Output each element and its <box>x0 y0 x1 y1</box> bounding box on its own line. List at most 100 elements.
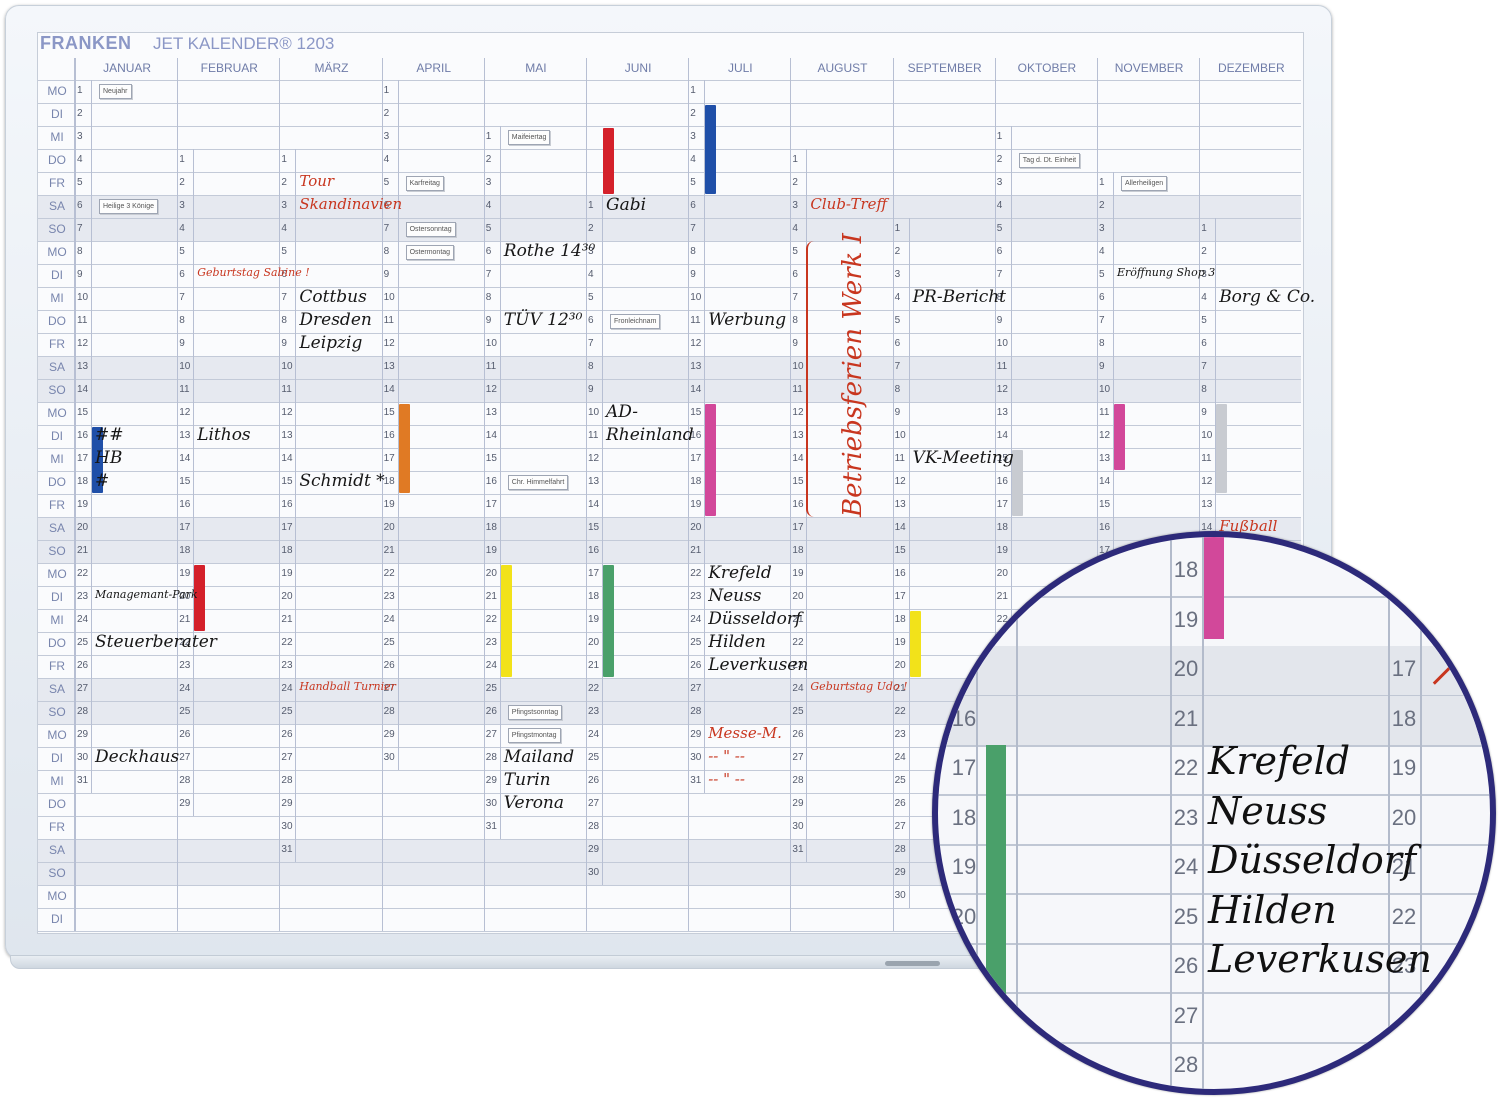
month-header-februar: FEBRUAR <box>177 58 280 78</box>
day-number: 26 <box>281 729 293 740</box>
day-number: 25 <box>894 775 906 786</box>
day-number: 4 <box>383 154 390 165</box>
day-number: 3 <box>792 200 798 211</box>
weekday-label: DI <box>51 751 63 765</box>
day-number: 12 <box>792 407 804 418</box>
day-number: 18 <box>894 614 906 625</box>
zoom-handwritten-note: Düsseldorf <box>1208 838 1417 882</box>
zoom-day-number: 17 <box>951 755 977 780</box>
day-number: 16 <box>894 568 906 579</box>
day-number: 8 <box>281 315 287 326</box>
day-number: 13 <box>1099 453 1111 464</box>
day-number: 26 <box>383 660 395 671</box>
handwritten-note: Messe-M. <box>708 724 782 742</box>
day-number: 10 <box>894 430 906 441</box>
day-number: 17 <box>894 591 906 602</box>
day-number: 25 <box>588 752 600 763</box>
day-number: 11 <box>281 384 292 395</box>
zoom-day-number: 18 <box>951 804 977 830</box>
day-number: 4 <box>485 200 492 211</box>
month-header-september: SEPTEMBER <box>892 58 996 78</box>
day-number: 17 <box>281 522 293 533</box>
zoom-day-number: 24 <box>1173 854 1199 879</box>
day-number: 21 <box>690 545 702 556</box>
day-number: 1 <box>383 85 390 96</box>
day-number: 8 <box>1201 384 1207 395</box>
day-number: 11 <box>690 315 701 326</box>
day-number: 20 <box>588 637 600 648</box>
day-number: 20 <box>485 568 497 579</box>
day-number: 12 <box>894 476 906 487</box>
day-number: 4 <box>179 223 185 234</box>
month-col-line <box>279 58 281 931</box>
holiday-label: Pfingstmontag <box>507 728 561 743</box>
month-col-line <box>892 58 894 931</box>
zoom-day-number: 19 <box>1173 606 1199 632</box>
day-number: 30 <box>77 752 89 763</box>
day-number: 22 <box>281 637 293 648</box>
day-number: 30 <box>690 752 702 763</box>
day-number: 6 <box>690 200 696 211</box>
weekday-label: MO <box>47 889 67 903</box>
month-header-juni: JUNI <box>586 58 689 78</box>
handwritten-note: Skandinavien <box>299 195 403 213</box>
day-number: 14 <box>485 430 497 441</box>
day-number: 15 <box>77 407 89 418</box>
zoom-col-line <box>1420 537 1422 1089</box>
day-number: 6 <box>588 315 594 326</box>
day-number: 6 <box>1099 292 1105 303</box>
zoom-day-number: 18 <box>1391 705 1417 731</box>
zoom-day-number: 16 <box>951 705 977 731</box>
day-number: 10 <box>588 407 600 418</box>
month-header-oktober: OKTOBER <box>994 58 1098 78</box>
day-number: 25 <box>792 706 804 717</box>
day-number: 5 <box>383 177 390 188</box>
row-line <box>38 80 1301 81</box>
day-number: 23 <box>179 660 191 671</box>
month-col-line <box>586 58 587 931</box>
weekday-label: MI <box>50 774 64 788</box>
zoom-day-number: 20 <box>1391 804 1417 830</box>
day-number: 17 <box>690 453 702 464</box>
day-number: 17 <box>77 453 89 464</box>
zoom-magnet-pink <box>1204 537 1224 639</box>
weekday-label: SO <box>48 383 66 397</box>
day-number: 13 <box>1201 499 1213 510</box>
day-number: 31 <box>792 844 804 855</box>
day-number: 2 <box>894 246 901 257</box>
day-number: 14 <box>179 453 191 464</box>
day-number: 29 <box>894 867 906 878</box>
handwritten-note: Neuss <box>708 586 762 606</box>
day-number: 7 <box>485 269 492 280</box>
day-number: 1 <box>77 85 83 96</box>
weekday-label: MO <box>47 245 67 259</box>
day-number: 29 <box>77 729 89 740</box>
day-number: 13 <box>179 430 191 441</box>
day-number: 21 <box>179 614 191 625</box>
day-number: 20 <box>281 591 293 602</box>
note-brace <box>806 241 818 517</box>
weekday-label: DO <box>48 153 66 167</box>
day-number: 7 <box>1099 315 1105 326</box>
weekday-label: FR <box>49 498 65 512</box>
day-number: 19 <box>690 499 702 510</box>
day-number: 18 <box>588 591 600 602</box>
day-number: 9 <box>1201 407 1207 418</box>
day-number: 10 <box>1201 430 1213 441</box>
day-number: 30 <box>792 821 804 832</box>
weekday-label: MI <box>50 452 64 466</box>
day-number: 13 <box>894 499 906 510</box>
zoom-day-number: 27 <box>1173 1002 1199 1028</box>
weekday-label: SA <box>48 199 65 213</box>
day-number: 9 <box>281 338 287 349</box>
day-number: 23 <box>894 729 906 740</box>
month-header-dezember: DEZEMBER <box>1199 58 1302 78</box>
day-number: 16 <box>996 476 1008 487</box>
day-number: 9 <box>894 407 901 418</box>
day-number: 9 <box>690 269 696 280</box>
day-number: 23 <box>485 637 497 648</box>
month-header-mai: MAI <box>483 58 587 78</box>
day-number: 16 <box>588 545 600 556</box>
zoom-handwritten-note: Krefeld <box>1208 739 1351 783</box>
day-number: 8 <box>383 246 390 257</box>
